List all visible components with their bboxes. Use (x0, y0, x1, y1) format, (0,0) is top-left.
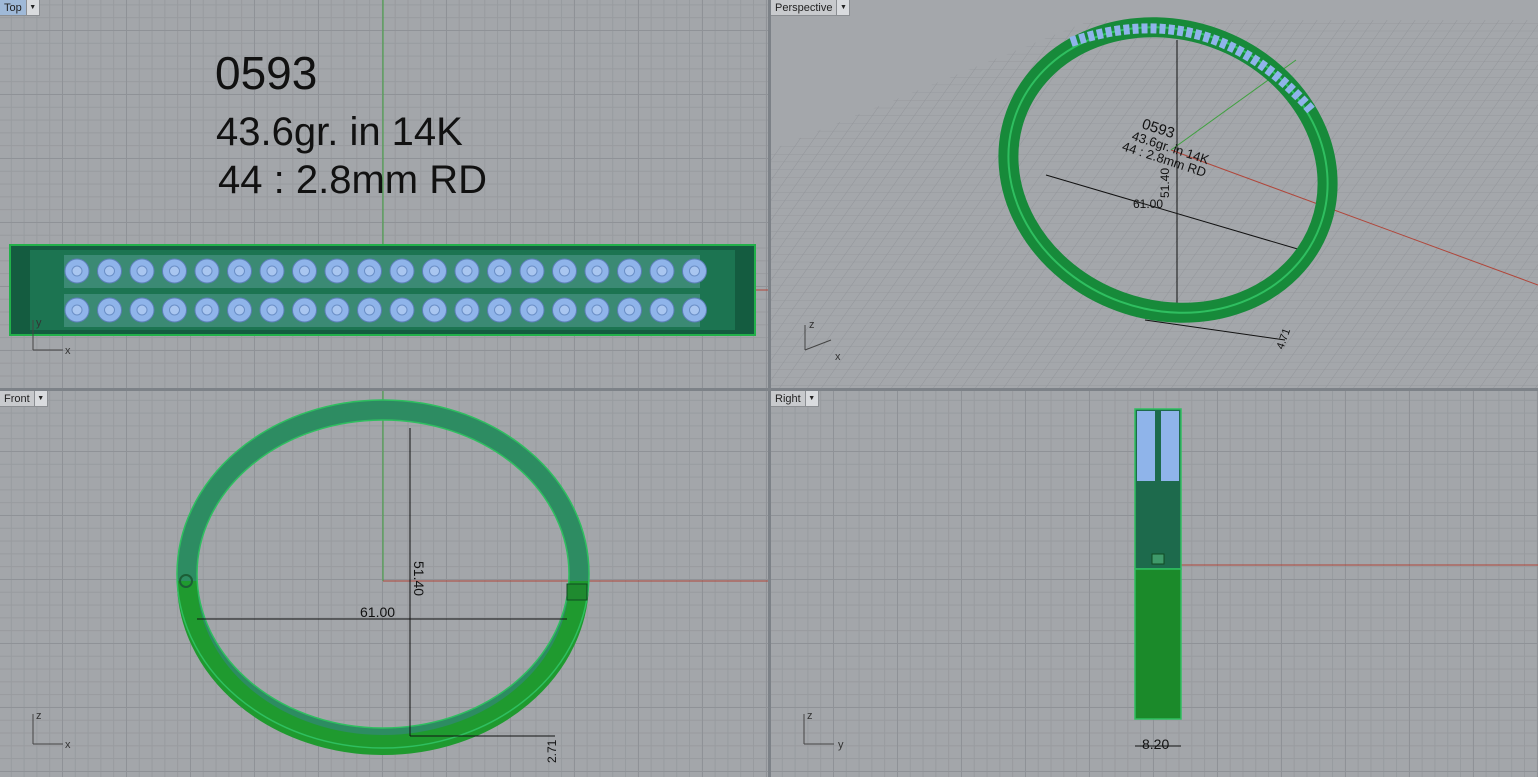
axis-label-x: x (65, 345, 71, 357)
stone-culet (591, 265, 603, 277)
viewport-tab-perspective[interactable]: Perspective ▼ (771, 0, 851, 16)
stone-culet (494, 265, 505, 277)
stone-culet (591, 304, 603, 316)
stone-culet (234, 304, 245, 316)
front-width-dim: 61.00 (360, 604, 395, 620)
clasp-tab (1151, 553, 1165, 565)
stone-culet (526, 265, 538, 277)
axis-label-z: z (809, 319, 815, 331)
axis-label-z: z (36, 710, 42, 722)
persp-width-dim: 61.00 (1133, 197, 1163, 211)
front-thickness-dim: 2.71 (545, 739, 559, 763)
stone-culet (201, 304, 213, 316)
stone-culet (266, 265, 278, 277)
stone-culet (299, 265, 310, 277)
stone-culet (656, 265, 668, 277)
stone-culet (656, 304, 668, 316)
stones-line: 44 : 2.8mm RD (218, 158, 487, 202)
stones-column-1 (1137, 411, 1155, 481)
stone-culet (104, 304, 115, 316)
front-view-canvas: 61.00 51.40 2.71 x z (32, 391, 768, 763)
axis-label-y: y (36, 317, 42, 329)
axis-label-x: x (835, 351, 841, 363)
stone-culet (71, 265, 83, 277)
stone-culet (689, 304, 700, 316)
stone-culet (169, 304, 180, 316)
stone-culet (331, 304, 343, 316)
weight-line: 43.6gr. in 14K (216, 110, 463, 154)
stone-culet (624, 304, 635, 316)
stone-culet (689, 265, 700, 277)
stone-culet (494, 304, 505, 316)
stone-culet (429, 265, 440, 277)
viewport-title: Perspective (775, 1, 833, 14)
stone-culet (136, 265, 148, 277)
stone-culet (331, 265, 343, 277)
perspective-canvas: x z 0593 43.6gr. in 14K 44 : 2.8mm RD 61… (771, 17, 1538, 388)
stone-culet (396, 265, 408, 277)
stone-culet (169, 265, 180, 277)
band-right-lower (1134, 568, 1182, 720)
axis-label-z: z (807, 710, 813, 722)
stone-culet (461, 304, 473, 316)
stone-culet (526, 304, 538, 316)
stone-culet (461, 265, 473, 277)
stone-culet (364, 304, 375, 316)
stone-culet (429, 304, 440, 316)
axis-label-x: x (65, 739, 71, 751)
stone-culet (104, 265, 115, 277)
viewport-front[interactable]: Front ▼ 61.00 51.40 2.71 x z (0, 391, 768, 777)
chevron-down-icon[interactable]: ▼ (836, 0, 850, 15)
stones-column-2 (1161, 411, 1179, 481)
stone-culet (624, 265, 635, 277)
axis-label-y: y (838, 739, 844, 751)
clasp-box (566, 583, 588, 601)
viewport-perspective[interactable]: x z 0593 43.6gr. in 14K 44 : 2.8mm RD 61… (771, 0, 1538, 388)
stone-culet (71, 304, 83, 316)
stone-culet (136, 304, 148, 316)
viewport-top[interactable]: Top ▼ x y 0593 43.6gr. in 14K 44 : 2.8mm… (0, 0, 768, 388)
stone-culet (559, 304, 570, 316)
stone-culet (266, 304, 278, 316)
front-height-dim: 51.40 (411, 561, 427, 596)
model-number: 0593 (215, 47, 318, 99)
stone-culet (396, 304, 408, 316)
stone-culet (234, 265, 245, 277)
stone-culet (299, 304, 310, 316)
stone-culet (364, 265, 375, 277)
persp-height-dim: 51.40 (1158, 168, 1172, 198)
stone-culet (559, 265, 570, 277)
right-band-dim: 8.20 (1142, 736, 1169, 752)
stone-culet (201, 265, 213, 277)
viewport-right[interactable]: Right ▼ 8.20 y z (771, 391, 1538, 777)
right-view-canvas: 8.20 y z (803, 408, 1538, 752)
